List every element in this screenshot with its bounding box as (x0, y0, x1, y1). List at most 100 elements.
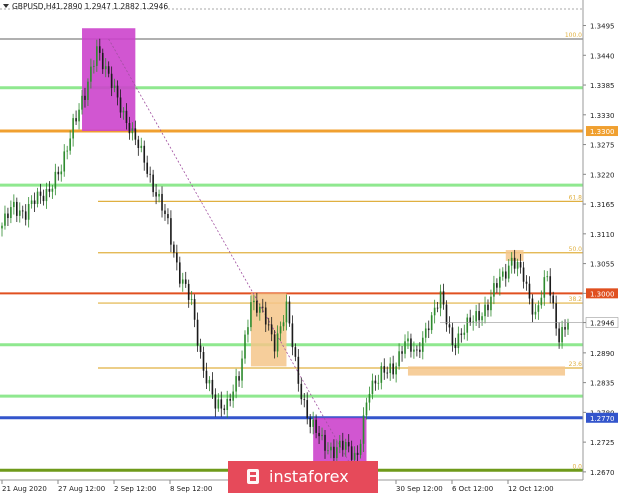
candle-body (18, 210, 21, 216)
candle-body (451, 327, 454, 346)
candle-body (513, 257, 516, 269)
candle-body (496, 283, 498, 288)
candle-body (549, 276, 552, 296)
candle-body (101, 52, 104, 70)
candle-body (359, 443, 362, 455)
candle-body (347, 442, 350, 447)
y-tick-label: 1.3330 (590, 112, 615, 120)
ohlc-values: 1.2890 1.2947 1.2882 1.2946 (56, 2, 168, 11)
price-tag-label: 1.3300 (590, 128, 615, 136)
candle-body (87, 81, 89, 100)
candle-body (140, 145, 143, 149)
candle-body (220, 399, 223, 409)
candle-body (98, 46, 101, 53)
candle-body (416, 349, 418, 351)
candle-body (368, 393, 371, 403)
candle-body (72, 118, 74, 139)
candle-body (113, 85, 116, 88)
candle-body (318, 432, 320, 437)
candle-body (392, 363, 394, 375)
candle-body (69, 138, 71, 151)
candle-body (339, 440, 341, 448)
watermark-text: instaforex (269, 467, 349, 486)
candle-body (125, 110, 128, 124)
fib-label: 100.0 (565, 32, 582, 39)
candle-body (63, 151, 66, 172)
candle-body (430, 315, 433, 331)
candle-body (81, 95, 83, 110)
y-tick-label: 1.3440 (590, 52, 615, 60)
candle-body (27, 203, 30, 220)
candle-body (377, 382, 380, 384)
candle-body (487, 304, 489, 311)
candle-body (350, 446, 353, 460)
candle-body (478, 311, 480, 321)
candle-body (404, 341, 406, 354)
candle-body (211, 379, 214, 395)
candle-body (158, 193, 160, 197)
y-tick-label: 1.3275 (590, 142, 615, 150)
candle-body (543, 277, 546, 298)
candle-body (410, 338, 412, 352)
candle-body (312, 419, 314, 427)
candle-body (282, 322, 285, 327)
candle-body (7, 213, 9, 219)
x-tick-label: 8 Sep 12:00 (170, 485, 212, 493)
candle-body (273, 334, 276, 352)
candle-body (534, 311, 537, 315)
candle-body (507, 265, 510, 279)
price-tag-label: 1.2770 (590, 415, 615, 423)
candle-body (229, 398, 231, 401)
candle-body (128, 123, 131, 134)
candle-body (173, 244, 175, 253)
candle-body (93, 65, 95, 67)
candle-body (531, 298, 534, 315)
candle-body (30, 200, 33, 204)
candle-body (564, 327, 566, 330)
candle-body (193, 299, 196, 320)
candle-body (504, 271, 507, 279)
candle-body (519, 261, 522, 268)
candle-body (484, 304, 486, 317)
candle-body (427, 328, 430, 331)
candle-body (78, 109, 80, 122)
candle-body (13, 201, 15, 208)
fib-label: 0.0 (572, 463, 582, 470)
fib-label: 38.2 (569, 296, 583, 303)
candle-body (21, 210, 24, 212)
x-tick-label: 27 Aug 12:00 (58, 485, 105, 493)
candle-body (155, 192, 157, 197)
x-tick-label: 2 Sep 12:00 (114, 485, 156, 493)
y-tick-label: 1.2670 (590, 469, 615, 477)
candle-body (45, 188, 48, 202)
candle-body (454, 345, 457, 349)
candle-body (161, 193, 163, 211)
candle-body (380, 366, 383, 383)
candle-body (267, 324, 270, 326)
candle-body (324, 434, 326, 451)
candle-body (540, 297, 543, 306)
candle-body (353, 452, 356, 460)
candle-body (75, 118, 77, 122)
candle-body (499, 276, 501, 288)
candle-body (315, 419, 317, 433)
candle-body (365, 402, 368, 416)
orange-zone (407, 366, 566, 376)
y-tick-label: 1.3385 (590, 82, 615, 90)
candle-body (457, 333, 460, 349)
candle-body (510, 257, 513, 266)
candle-body (110, 73, 113, 88)
candle-body (187, 283, 190, 300)
candle-body (333, 446, 335, 459)
candle-body (546, 276, 549, 278)
candle-body (516, 261, 519, 269)
candle-body (226, 398, 229, 411)
magenta-zone (82, 28, 136, 132)
candle-body (253, 300, 255, 303)
candle-body (279, 326, 282, 334)
candle-body (107, 66, 110, 74)
candle-body (176, 252, 178, 263)
candle-body (170, 218, 172, 245)
candle-body (184, 279, 187, 284)
candle-body (389, 363, 392, 374)
